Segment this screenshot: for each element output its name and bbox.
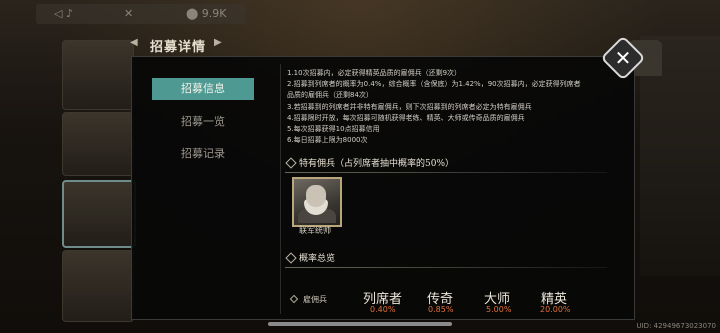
- user-id: UID: 4294967302307​0: [636, 322, 716, 330]
- rule-line: 品质的雇佣兵（还剩84次）: [287, 91, 373, 100]
- background-topbar: ◁ ♪ ✕ ⬤ 9.9K: [36, 4, 246, 24]
- background-card: [62, 250, 134, 322]
- rarity-rate: 0.85%: [428, 305, 454, 314]
- background-topbar-item: ◁ ♪: [54, 7, 73, 20]
- panel-divider: [280, 64, 281, 314]
- portrait-head: [306, 185, 326, 207]
- diamond-icon: [285, 252, 297, 264]
- rule-line: 4.招募限时开放，每次招募可随机获得老练、精英、大师或传奇品质的雇佣兵: [287, 113, 525, 122]
- rarity-rate: 5.00%: [486, 305, 512, 314]
- background-card: [62, 112, 134, 176]
- rarity-rate: 0.40%: [370, 305, 396, 314]
- row-label-text: 雇佣兵: [303, 295, 327, 304]
- close-icon: ✕: [614, 46, 632, 70]
- background-topbar-item: ⬤ 9.9K: [186, 7, 227, 20]
- rule-line: 1.10次招募内，必定获得精英品质的雇佣兵（还剩9次）: [287, 69, 462, 77]
- tab-recruit-history[interactable]: 招募记录: [152, 143, 254, 165]
- right-arrow-icon: ▶: [214, 37, 222, 48]
- rule-line: 6.每日招募上限为8000次: [287, 136, 368, 145]
- recruit-rules: 1.10次招募内，必定获得精英品质的雇佣兵（还剩9次） 2.招募到列席者的概率为…: [287, 68, 607, 146]
- page-title: 招募详情: [150, 40, 207, 55]
- section-divider: [285, 172, 607, 173]
- rarity-rate: 20.00%: [540, 305, 571, 314]
- tab-recruit-overview[interactable]: 招募一览: [152, 111, 254, 133]
- probability-overview-section-header: 概率总览: [285, 250, 607, 268]
- overview-row-label: 雇佣兵: [289, 294, 327, 305]
- special-mercenary-section-header: 特有佣兵（占列席者抽中概率的50%）: [285, 155, 607, 173]
- section-title: 特有佣兵（占列席者抽中概率的50%）: [299, 159, 455, 169]
- tab-recruit-info[interactable]: 招募信息: [152, 78, 254, 100]
- diamond-icon: [285, 157, 297, 169]
- mercenary-name: 联军统帅: [299, 226, 331, 235]
- rule-line: 5.每次招募获得10点招募信用: [287, 125, 380, 134]
- background-card: [62, 40, 134, 110]
- rule-line: 3.若招募到的列席者并非特有雇佣兵，则下次招募到的列席者必定为特有雇佣兵: [287, 102, 532, 111]
- rule-line: 2.招募到列席者的概率为0.4%，综合概率（含保底）为1.42%，90次招募内，…: [287, 80, 581, 89]
- background-card-selected: [62, 180, 136, 248]
- mercenary-portrait-card[interactable]: [292, 177, 342, 227]
- background-topbar-item: ✕: [124, 7, 134, 20]
- home-indicator[interactable]: [268, 322, 452, 326]
- section-title: 概率总览: [299, 254, 336, 264]
- left-arrow-icon: ◀: [130, 37, 138, 48]
- diamond-icon: [289, 294, 299, 304]
- section-divider: [285, 267, 607, 268]
